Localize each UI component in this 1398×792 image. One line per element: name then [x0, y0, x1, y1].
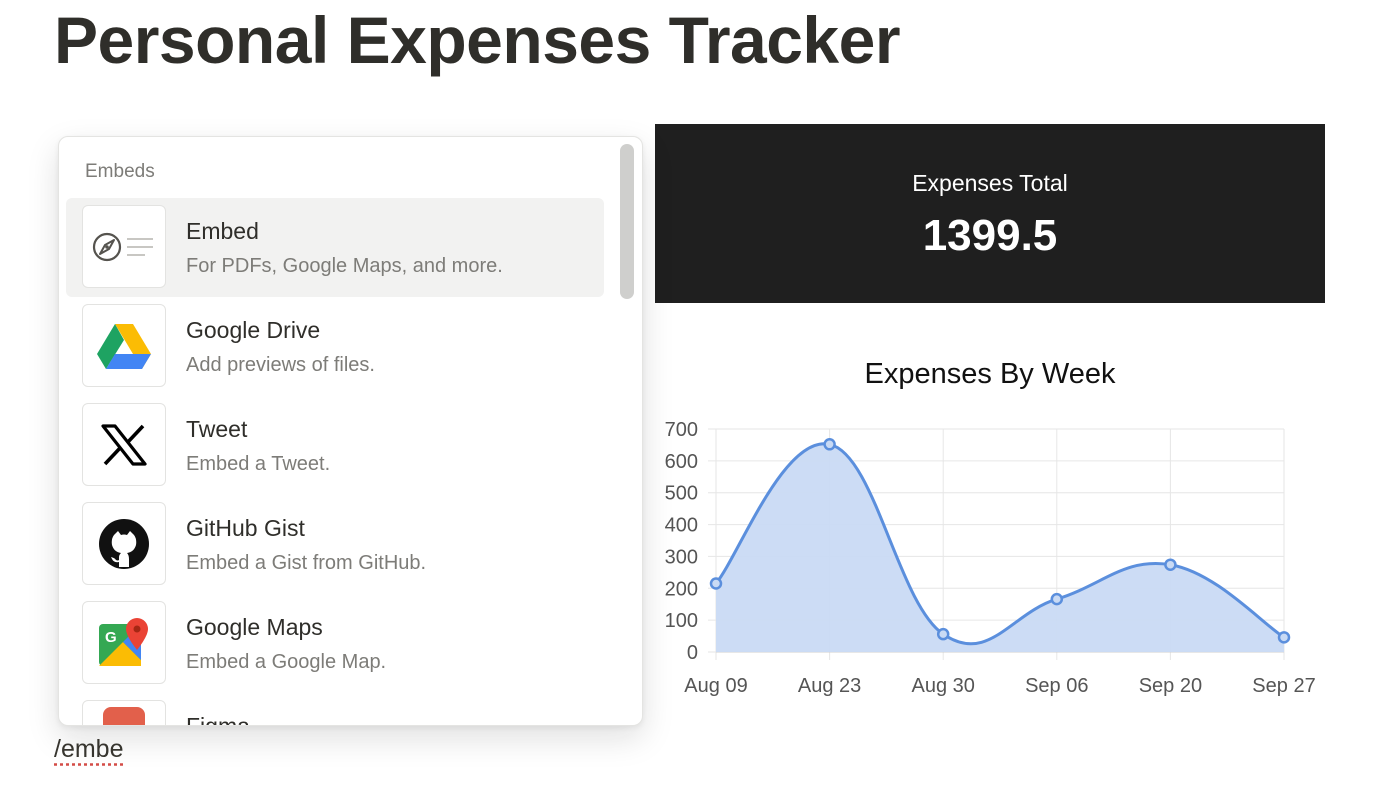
menu-item-embed[interactable]: Embed For PDFs, Google Maps, and more. [66, 198, 604, 297]
github-icon [82, 502, 166, 585]
menu-item-github-gist[interactable]: GitHub Gist Embed a Gist from GitHub. [66, 495, 604, 594]
menu-item-figma[interactable]: Figma [66, 693, 604, 726]
menu-scrollbar[interactable] [620, 144, 634, 299]
menu-item-title: GitHub Gist [186, 515, 305, 541]
y-tick-label: 400 [665, 515, 698, 537]
google-drive-icon [82, 304, 166, 387]
menu-item-google-drive[interactable]: Google Drive Add previews of files. [66, 297, 604, 396]
menu-item-description: Embed a Gist from GitHub. [186, 552, 427, 574]
y-tick-label: 200 [665, 578, 698, 600]
google-maps-icon: G [82, 601, 166, 684]
expenses-total-value: 1399.5 [922, 211, 1058, 260]
x-tick-label: Sep 06 [1025, 675, 1088, 697]
y-tick-label: 700 [665, 419, 698, 441]
x-tick-label: Aug 09 [684, 675, 747, 697]
x-tick-label: Aug 23 [798, 675, 861, 697]
embeds-menu: Embeds Embed For PDFs, Google Maps, and … [58, 136, 643, 726]
chart-title: Expenses By Week [865, 358, 1116, 390]
y-tick-label: 300 [665, 546, 698, 568]
menu-item-tweet[interactable]: Tweet Embed a Tweet. [66, 396, 604, 495]
y-tick-label: 100 [665, 610, 698, 632]
menu-item-title: Embed [186, 218, 259, 244]
data-point[interactable] [1277, 631, 1291, 644]
menu-item-description: Embed a Tweet. [186, 453, 331, 475]
menu-item-description: Add previews of files. [186, 354, 375, 376]
menu-item-description: For PDFs, Google Maps, and more. [186, 255, 503, 277]
data-point[interactable] [1050, 592, 1064, 606]
x-tick-label: Sep 20 [1139, 675, 1202, 697]
menu-item-title: Google Drive [186, 317, 321, 343]
compass-embed-icon [82, 205, 166, 288]
series-area-fill [716, 443, 1284, 652]
menu-item-google-maps[interactable]: G Google Maps Embed a Google Map. [66, 594, 604, 693]
figma-icon [82, 700, 166, 725]
y-tick-label: 0 [687, 642, 698, 664]
y-tick-label: 600 [665, 451, 698, 473]
menu-item-description: Embed a Google Map. [186, 651, 387, 673]
menu-item-title: Tweet [186, 416, 248, 442]
menu-item-title: Google Maps [186, 614, 323, 640]
page-title[interactable]: Personal Expenses Tracker [54, 2, 901, 78]
data-point[interactable] [709, 577, 723, 590]
embeds-menu-header: Embeds [85, 161, 155, 182]
expenses-total-card: Expenses Total 1399.5 [655, 124, 1325, 303]
data-point[interactable] [1164, 558, 1177, 571]
data-point[interactable] [823, 438, 836, 451]
svg-text:G: G [105, 629, 117, 646]
data-point[interactable] [936, 627, 950, 641]
embeds-list: Embed For PDFs, Google Maps, and more. G… [66, 198, 604, 726]
x-logo-icon [82, 403, 166, 486]
expenses-total-label: Expenses Total [912, 170, 1068, 196]
x-tick-label: Sep 27 [1252, 675, 1315, 697]
slash-command-input[interactable]: /embe [54, 735, 123, 764]
y-tick-label: 500 [665, 483, 698, 505]
x-tick-label: Aug 30 [912, 675, 975, 697]
menu-item-title: Figma [186, 713, 250, 726]
expenses-by-week-chart: Expenses By Week 0 100 200 300 400 500 600 700 A… [665, 358, 1316, 697]
